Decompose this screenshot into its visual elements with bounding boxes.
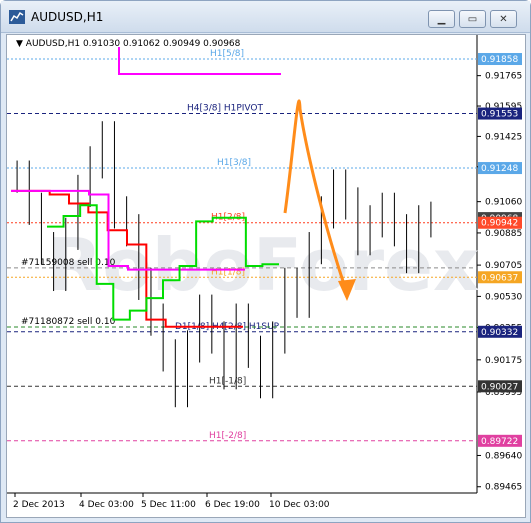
price-tag-label-sell-stop: 0.90942	[481, 219, 518, 229]
level-label-h1-3-8: H1[3/8]	[217, 158, 251, 168]
minimize-button[interactable]: ▁	[428, 10, 455, 28]
level-label-h4-3-8: H4[3/8] H1PIVOT	[187, 104, 264, 114]
window-title: AUDUSD,H1	[31, 10, 104, 24]
chart-window: AUDUSD,H1 ▁ ▭ ✕ RoboForex 0.91765 0.91595 0…	[0, 0, 531, 523]
price-tag-label-h1-1-8: 0.90637	[481, 273, 518, 283]
level-label-h1-m1-8: H1[-1/8]	[209, 376, 246, 386]
maximize-button[interactable]: ▭	[459, 10, 486, 28]
y-tick-label: 0.90530	[485, 292, 522, 302]
x-tick-label: 2 Dec 2013	[13, 500, 65, 510]
ohlc-values: 0.91030 0.91062 0.90949 0.90968	[82, 39, 241, 49]
price-tag-label-h1-m2-8: 0.89722	[481, 437, 518, 447]
y-tick-label: 0.90705	[485, 261, 522, 271]
price-tag-label-h1-m1-8: 0.90027	[481, 382, 518, 392]
price-chart[interactable]: RoboForex0.917650.915950.914250.912550.9…	[7, 35, 525, 517]
dropdown-icon[interactable]: ▼	[16, 39, 23, 49]
order-label-0: #71159008 sell 0.10	[21, 258, 116, 268]
chart-canvas[interactable]: RoboForex0.917650.915950.914250.912550.9…	[6, 34, 526, 518]
y-tick-label: 0.90885	[485, 229, 522, 239]
level-label-h1-m2-8: H1[-2/8]	[209, 431, 246, 441]
x-tick-label: 4 Dec 03:00	[79, 500, 134, 510]
y-tick-label: 0.89465	[485, 483, 522, 493]
x-tick-label: 6 Dec 19:00	[205, 500, 260, 510]
window-titlebar[interactable]: AUDUSD,H1 ▁ ▭ ✕	[1, 1, 530, 33]
magenta-marker-line	[118, 47, 281, 75]
close-button[interactable]: ✕	[490, 10, 517, 28]
price-tag-label-h1-3-8: 0.91248	[481, 164, 518, 174]
level-label-h1-5-8: H1[5/8]	[210, 49, 244, 59]
x-tick-label: 10 Dec 03:00	[269, 500, 330, 510]
y-tick-label: 0.90175	[485, 356, 522, 366]
y-tick-label: 0.89640	[485, 451, 522, 461]
chart-symbol: AUDUSD,H1	[25, 39, 81, 49]
y-tick-label: 0.91765	[485, 72, 522, 82]
y-tick-label: 0.91425	[485, 132, 522, 142]
price-tag-label-h4-2-8: 0.90332	[481, 328, 518, 338]
x-tick-label: 5 Dec 11:00	[141, 500, 196, 510]
price-tag-label-h4-3-8: 0.91553	[481, 110, 518, 120]
chart-app-icon	[9, 10, 25, 24]
price-tag-label-h1-5-8: 0.91858	[481, 55, 518, 65]
order-label-1: #71180872 sell 0.10	[21, 317, 116, 327]
chart-header: ▼ AUDUSD,H1 0.91030 0.91062 0.90949 0.90…	[16, 39, 240, 49]
y-tick-label: 0.91060	[485, 198, 522, 208]
